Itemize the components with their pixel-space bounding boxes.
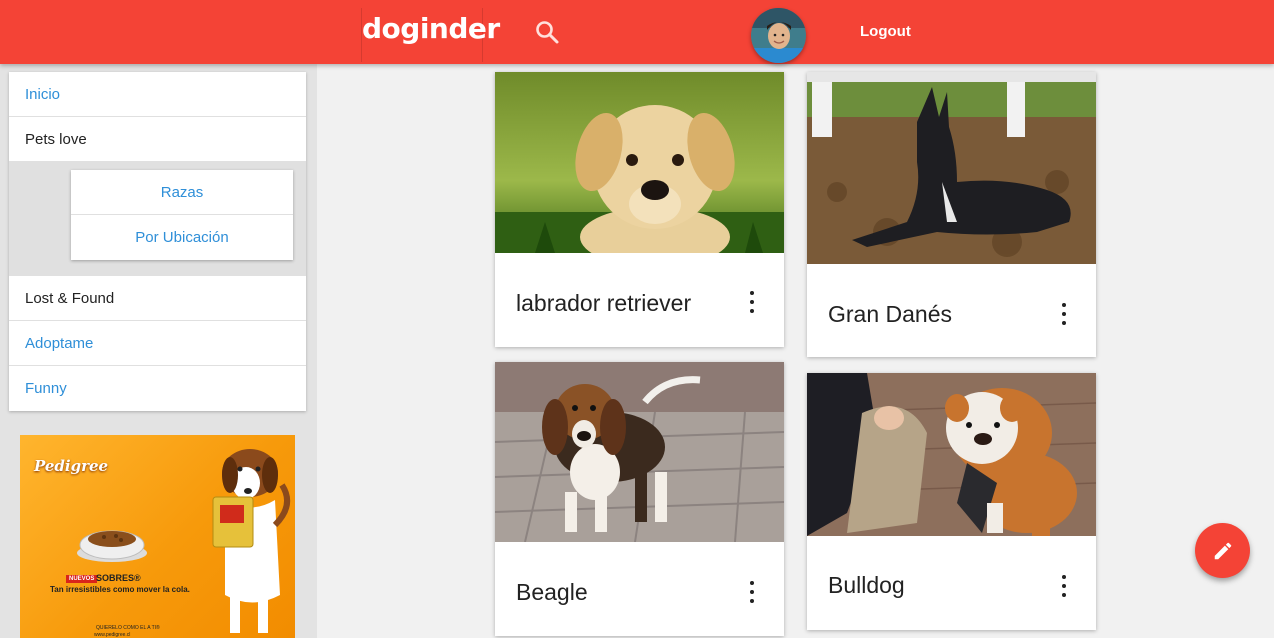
labrador-photo [495,72,784,253]
sidebar-item-funny[interactable]: Funny [9,366,306,411]
sidebar-menu: Inicio Pets love Razas Por Ubicación Los… [9,72,306,411]
submenu-item-razas[interactable]: Razas [71,170,293,215]
gran-danes-photo [807,72,1096,264]
sidebar-item-pets-love[interactable]: Pets love [9,117,306,162]
pedigree-ad[interactable]: Pedigree NUEVOS SOBRES® Tan irresistible… [20,435,295,638]
more-vert-icon[interactable] [747,291,757,313]
card-title: Beagle [516,579,588,605]
card-title: labrador retriever [516,290,692,316]
ad-url: www.pedigree.cl [94,632,131,638]
pet-card-labrador[interactable]: labrador retriever [495,72,784,347]
pet-card-bulldog[interactable]: Bulldog [807,373,1096,630]
brand-logo[interactable]: doginder [361,8,500,62]
sidebar-item-lost-found[interactable]: Lost & Found [9,276,306,321]
top-app-bar: doginder Logout [0,0,1274,64]
submenu: Razas Por Ubicación [71,170,293,260]
sidebar-item-inicio[interactable]: Inicio [9,72,306,117]
ad-tagline: QUIERELO COMO EL A TI® [96,625,160,631]
ad-badge: NUEVOS [66,575,98,583]
submenu-item-por-ubicacion[interactable]: Por Ubicación [71,215,293,260]
ad-illustration [77,449,291,633]
bulldog-photo [807,373,1096,536]
more-vert-icon[interactable] [1059,303,1069,325]
logout-button[interactable]: Logout [860,23,911,40]
user-avatar[interactable] [751,8,806,63]
ad-subtitle: Tan irresistibles como mover la cola. [50,585,190,594]
pet-card-gran-danes[interactable]: Gran Danés [807,72,1096,357]
card-title: Bulldog [828,572,905,598]
ad-title: SOBRES® [96,573,141,583]
more-vert-icon[interactable] [1059,575,1069,597]
edit-icon [1214,542,1231,559]
edit-fab-button[interactable] [1195,523,1250,578]
card-title: Gran Danés [828,301,953,327]
search-icon[interactable] [533,18,561,46]
beagle-photo [495,362,784,542]
sidebar-item-adoptame[interactable]: Adoptame [9,321,306,366]
more-vert-icon[interactable] [747,581,757,603]
pet-card-beagle[interactable]: Beagle [495,362,784,636]
submenu-container: Razas Por Ubicación [9,162,306,276]
